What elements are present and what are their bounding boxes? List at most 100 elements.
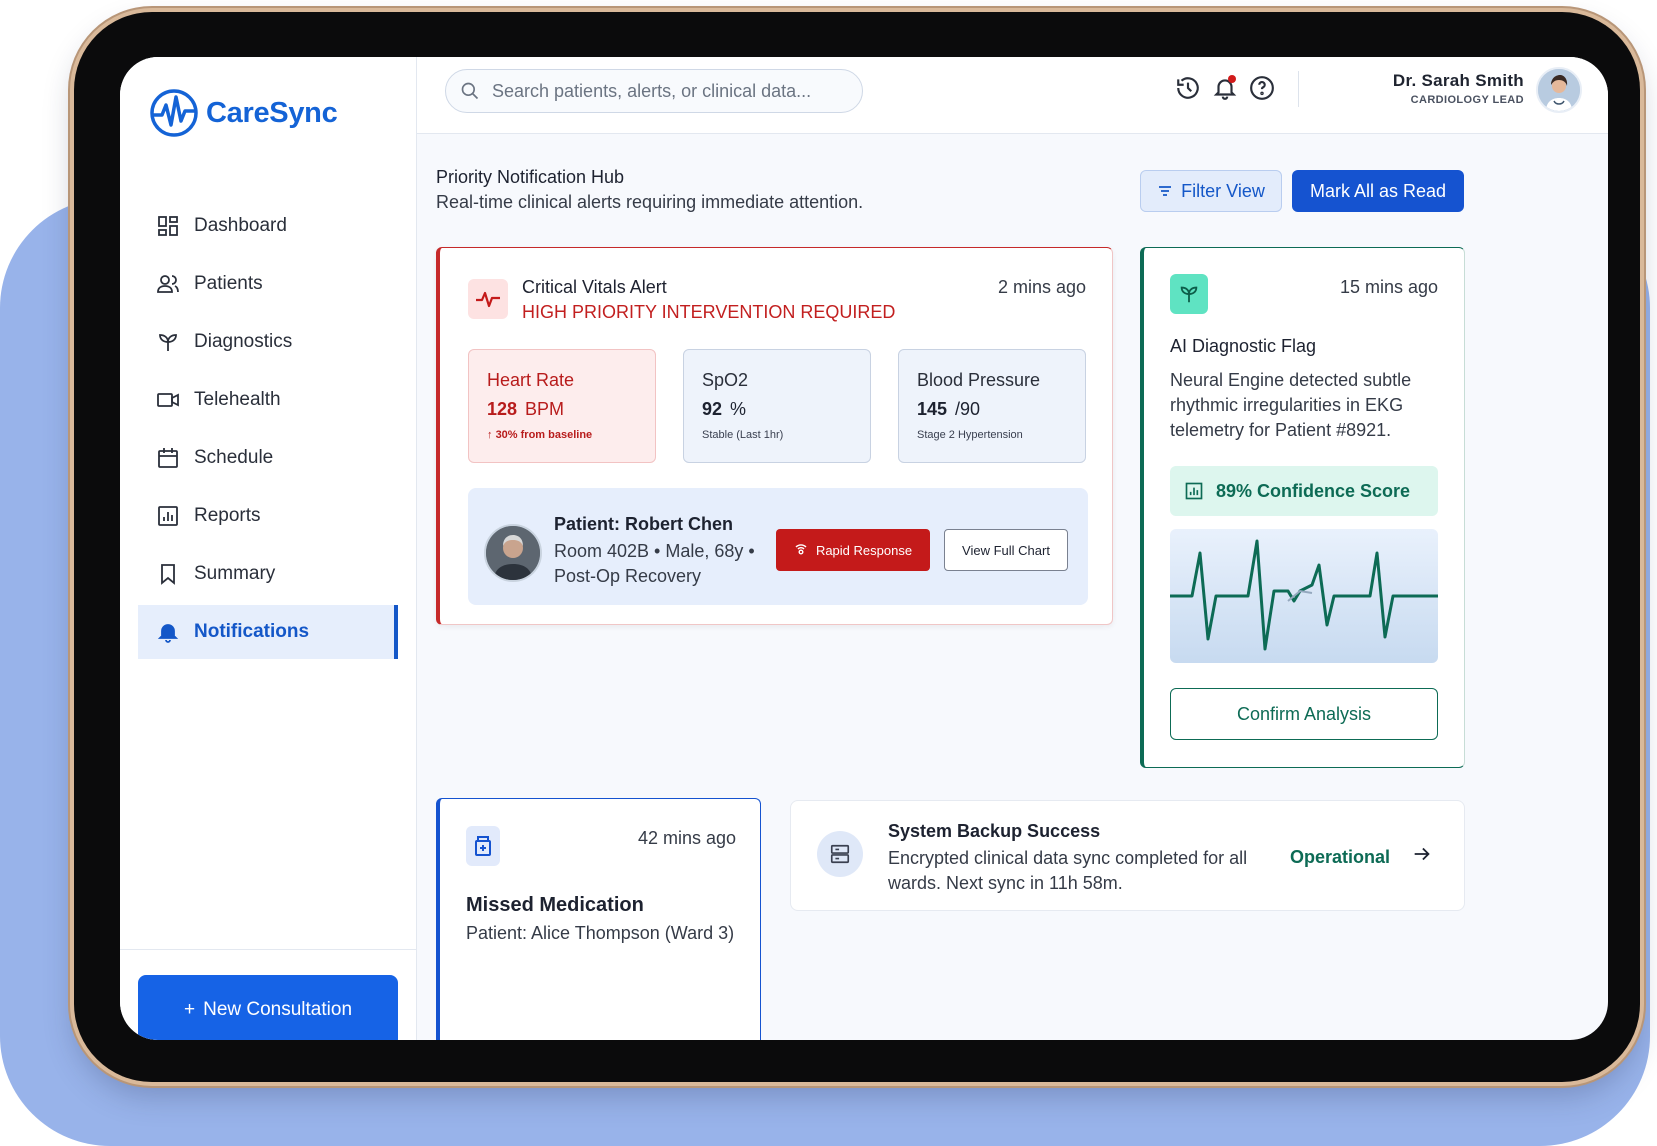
sidebar-item-notifications[interactable]: Notifications [138,605,398,659]
top-bar: Dr. Sarah Smith CARDIOLOGY LEAD [417,57,1608,134]
sidebar-item-label: Diagnostics [194,331,293,352]
video-icon [157,393,179,407]
history-button[interactable] [1175,75,1201,101]
help-icon [1250,76,1274,100]
confidence-score: 89% Confidence Score [1170,466,1438,516]
sidebar-item-telehealth[interactable]: Telehealth [138,373,398,427]
sidebar-item-summary[interactable]: Summary [138,547,398,601]
sidebar-item-label: Telehealth [194,389,281,410]
notification-dot [1228,75,1236,83]
calendar-icon [158,448,178,468]
vital-heart-rate: Heart Rate 128 BPM ↑ 30% from baseline [468,349,656,463]
rapid-response-label: Rapid Response [815,542,913,558]
server-icon [817,831,863,877]
medication-icon [466,826,500,866]
history-icon [1177,77,1199,99]
patient-info: Room 402B • Male, 68y • Post-Op Recovery [554,541,755,586]
missed-medication-card: 42 mins ago Missed Medication Patient: A… [436,798,761,1040]
patient-name: Patient: Robert Chen [554,514,734,534]
sidebar-item-label: Patients [194,273,263,294]
vital-label: Heart Rate [487,370,575,390]
chart-icon [1185,482,1203,500]
vital-spo2: SpO2 92% Stable (Last 1hr) [683,349,871,463]
rapid-response-button[interactable]: Rapid Response [776,529,930,571]
filter-view-button[interactable]: Filter View [1140,170,1282,212]
sidebar-item-label: Notifications [194,621,310,642]
confirm-analysis-button[interactable]: Confirm Analysis [1170,688,1438,740]
ai-description: Neural Engine detected subtle rhythmic i… [1170,370,1412,440]
ai-title: AI Diagnostic Flag [1170,336,1317,356]
sidebar-item-label: Summary [194,563,276,584]
sidebar-item-label: Reports [194,505,261,526]
notifications-button[interactable] [1212,75,1238,101]
top-icons [1175,75,1286,101]
backup-title: System Backup Success [888,821,1101,841]
sidebar-item-dashboard[interactable]: Dashboard [138,199,398,253]
medication-time: 42 mins ago [637,828,736,848]
alert-time: 2 mins ago [997,277,1086,297]
sidebar-item-label: Schedule [194,447,274,468]
page-subtitle: Real-time clinical alerts requiring imme… [436,192,864,212]
help-button[interactable] [1249,75,1275,101]
critical-alert-card: Critical Vitals Alert HIGH PRIORITY INTE… [436,247,1113,625]
medication-title: Missed Medication [466,894,644,916]
sidebar: CareSync Dashboard Patients Diagnostics … [120,57,417,1040]
alert-title: Critical Vitals Alert [522,277,667,297]
vital-value: 92% [702,399,747,419]
sidebar-item-patients[interactable]: Patients [138,257,398,311]
sidebar-item-reports[interactable]: Reports [138,489,398,543]
confirm-analysis-label: Confirm Analysis [1236,703,1372,724]
vital-value: 145/90 [917,399,981,419]
search-bar[interactable] [445,69,863,113]
user-info[interactable]: Dr. Sarah Smith CARDIOLOGY LEAD [1393,71,1524,106]
diagnostics-icon [159,334,177,351]
vital-note: ↑ 30% from baseline [487,429,593,441]
alert-priority: HIGH PRIORITY INTERVENTION REQUIRED [522,302,896,322]
doctor-avatar-icon [1538,69,1580,111]
logo[interactable]: CareSync [148,87,338,139]
reports-icon [158,506,178,526]
app-name: CareSync [206,96,338,129]
patient-summary: Patient: Robert Chen Room 402B • Male, 6… [468,488,1088,605]
app-screen: CareSync Dashboard Patients Diagnostics … [120,57,1608,1040]
backup-status: Operational [1290,847,1391,867]
topbar-divider [1298,71,1299,107]
user-role: CARDIOLOGY LEAD [1410,94,1524,106]
backup-description: Encrypted clinical data sync completed f… [888,848,1248,893]
user-avatar[interactable] [1536,67,1582,113]
arrow-right-icon[interactable] [1411,843,1433,870]
medication-patient: Patient: Alice Thompson (Ward 3) [466,923,735,943]
mark-all-read-button[interactable]: Mark All as Read [1292,170,1464,212]
sprout-icon [1170,274,1208,314]
vitals-alert-icon [468,279,508,319]
sidebar-item-schedule[interactable]: Schedule [138,431,398,485]
patient-avatar[interactable] [484,524,542,582]
new-consultation-button[interactable]: + New Consultation [138,975,398,1040]
arrow-up-icon: ↑ [487,429,493,441]
ekg-line [1170,539,1438,651]
heartbeat-logo-icon [150,89,198,137]
sidebar-item-diagnostics[interactable]: Diagnostics [138,315,398,369]
search-input[interactable] [490,79,854,103]
ekg-waveform [1170,529,1438,663]
vital-note: Stage 2 Hypertension [917,429,1023,441]
sidebar-divider [120,949,416,950]
backup-status-card[interactable]: System Backup Success Encrypted clinical… [790,800,1465,911]
sidebar-nav: Dashboard Patients Diagnostics Telehealt… [138,199,398,663]
view-full-chart-label: View Full Chart [962,542,1050,558]
vital-label: SpO2 [702,370,749,390]
dashboard-icon [158,216,178,236]
vital-label: Blood Pressure [917,370,1041,390]
bookmark-icon [161,564,175,585]
plus-icon: + [183,999,196,1020]
mark-all-read-label: Mark All as Read [1309,180,1447,201]
view-full-chart-button[interactable]: View Full Chart [944,529,1068,571]
confidence-label: 89% Confidence Score [1216,480,1411,501]
ai-diagnostic-card: 15 mins ago AI Diagnostic Flag Neural En… [1140,247,1465,768]
filter-icon [1159,186,1172,196]
user-name: Dr. Sarah Smith [1392,71,1524,90]
bell-icon [157,624,179,643]
broadcast-icon [795,544,807,555]
vital-blood-pressure: Blood Pressure 145/90 Stage 2 Hypertensi… [898,349,1086,463]
patients-icon [157,275,179,293]
